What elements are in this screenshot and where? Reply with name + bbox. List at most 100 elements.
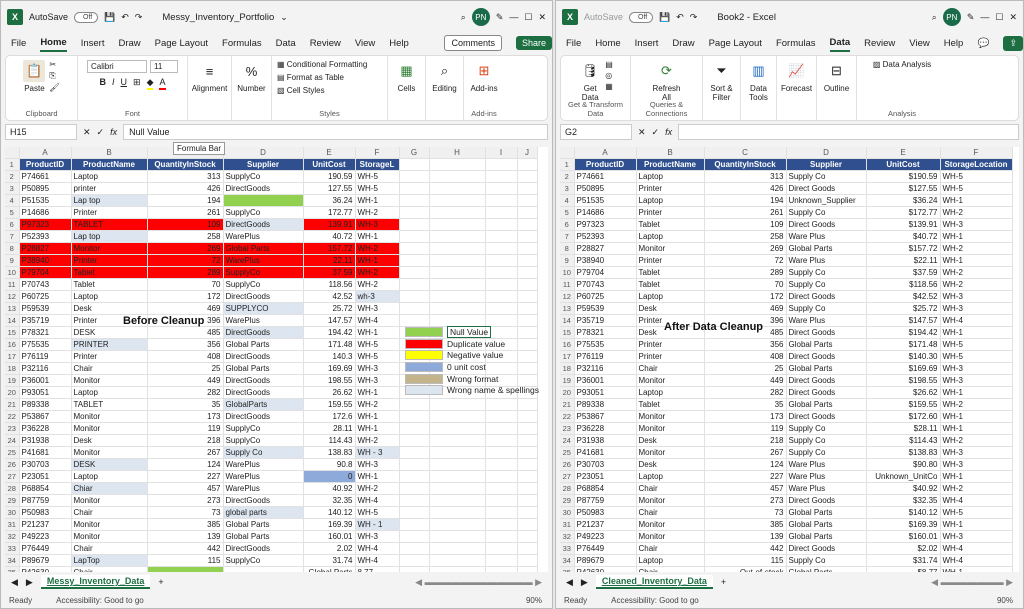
cell[interactable]: Supply Co xyxy=(786,206,867,220)
tab-help[interactable]: Help xyxy=(389,36,409,51)
cell-styles-button[interactable]: ▧ Cell Styles xyxy=(277,86,325,95)
tab-help[interactable]: Help xyxy=(944,36,964,51)
cell[interactable]: 42.52 xyxy=(303,290,356,304)
cell[interactable]: WarePlus xyxy=(223,254,304,268)
cell[interactable] xyxy=(399,266,430,280)
cell[interactable]: 485 xyxy=(147,326,224,340)
cell[interactable]: P14686 xyxy=(574,206,637,220)
get-data-icon[interactable]: 🛢 xyxy=(579,60,601,82)
zoom-level[interactable]: 90% xyxy=(526,596,542,605)
cell[interactable]: P78321 xyxy=(19,326,72,340)
enter-icon[interactable]: ✓ xyxy=(652,127,660,138)
cell[interactable] xyxy=(517,230,538,244)
cell[interactable]: Chair xyxy=(71,506,148,520)
cell[interactable]: 457 xyxy=(147,482,224,496)
cell[interactable] xyxy=(517,554,538,568)
cell[interactable]: P53867 xyxy=(574,410,637,424)
cell[interactable]: P52393 xyxy=(574,230,637,244)
row-number[interactable]: 10 xyxy=(5,266,20,280)
cell[interactable]: WH-4 xyxy=(355,494,400,508)
cell[interactable]: 227 xyxy=(147,470,224,484)
avatar[interactable]: PN xyxy=(471,8,490,26)
cell[interactable]: WH-2 xyxy=(355,482,400,496)
search-icon[interactable]: ⌕ xyxy=(932,12,937,23)
cell[interactable]: Unknown_Supplier xyxy=(786,194,867,208)
column-header[interactable]: C xyxy=(704,147,787,160)
cell[interactable]: P38940 xyxy=(574,254,637,268)
cell[interactable] xyxy=(517,266,538,280)
cell[interactable]: 190.59 xyxy=(303,170,356,184)
cell[interactable]: P32116 xyxy=(19,362,72,376)
cell[interactable]: 124 xyxy=(704,458,787,472)
cell[interactable]: WH-3 xyxy=(355,374,400,388)
row-number[interactable]: 5 xyxy=(560,206,575,220)
cell[interactable] xyxy=(399,434,430,448)
column-header[interactable]: F xyxy=(940,147,1013,160)
cell[interactable]: Direct Goods xyxy=(786,374,867,388)
row-number[interactable]: 11 xyxy=(560,278,575,292)
cell[interactable]: 140.12 xyxy=(303,506,356,520)
cell[interactable]: PRINTER xyxy=(71,338,148,352)
cell[interactable]: P70743 xyxy=(574,278,637,292)
cell[interactable]: 26.62 xyxy=(303,386,356,400)
header-cell[interactable]: QuantityInStock xyxy=(147,158,224,172)
next-sheet-icon[interactable]: ▶ xyxy=(26,577,33,588)
row-number[interactable]: 16 xyxy=(5,338,20,352)
cell[interactable] xyxy=(429,158,486,172)
row-number[interactable]: 14 xyxy=(560,314,575,328)
editing-label[interactable]: Editing xyxy=(432,84,456,93)
cell[interactable] xyxy=(485,494,518,508)
cell[interactable]: 25 xyxy=(147,362,224,376)
tab-formulas[interactable]: Formulas xyxy=(222,36,262,51)
cell[interactable] xyxy=(399,158,430,172)
cell[interactable]: $198.55 xyxy=(866,374,941,388)
cell[interactable]: 147.57 xyxy=(303,314,356,328)
cell[interactable]: Direct Goods xyxy=(786,410,867,424)
header-cell[interactable]: Supplier xyxy=(223,158,304,172)
underline-icon[interactable]: U xyxy=(121,77,128,90)
cell[interactable]: Laptop xyxy=(71,170,148,184)
tab-page-layout[interactable]: Page Layout xyxy=(155,36,208,51)
cell[interactable]: $194.42 xyxy=(866,326,941,340)
cell[interactable]: $172.60 xyxy=(866,410,941,424)
column-header[interactable]: G xyxy=(399,147,430,160)
cell[interactable]: Supply Co xyxy=(786,446,867,460)
header-cell[interactable]: ProductName xyxy=(71,158,148,172)
maximize-icon[interactable]: ☐ xyxy=(524,12,532,23)
cell[interactable] xyxy=(485,446,518,460)
cell[interactable]: 172.77 xyxy=(303,206,356,220)
cell[interactable]: Supply Co xyxy=(786,266,867,280)
cell[interactable]: $32.35 xyxy=(866,494,941,508)
cell[interactable]: 442 xyxy=(704,542,787,556)
cell[interactable]: WH-1 xyxy=(940,386,1013,400)
cell[interactable]: Chair xyxy=(71,362,148,376)
prev-sheet-icon[interactable]: ◀ xyxy=(11,577,18,588)
cell[interactable]: Printer xyxy=(71,254,148,268)
cell[interactable]: P14686 xyxy=(19,206,72,220)
cell[interactable]: 119 xyxy=(704,422,787,436)
fx-icon[interactable]: fx xyxy=(110,127,117,137)
cell[interactable]: P32116 xyxy=(574,362,637,376)
cell[interactable]: P60725 xyxy=(574,290,637,304)
cell[interactable]: WH-1 xyxy=(355,254,400,268)
cell[interactable]: Direct Goods xyxy=(786,290,867,304)
copy-icon[interactable]: ⎘ xyxy=(49,71,59,81)
row-number[interactable]: 1 xyxy=(5,158,20,172)
cell[interactable]: 258 xyxy=(147,230,224,244)
cell[interactable] xyxy=(429,278,486,292)
select-all[interactable] xyxy=(5,147,20,160)
cell[interactable]: Laptop xyxy=(71,386,148,400)
column-header[interactable]: B xyxy=(71,147,148,160)
cell[interactable] xyxy=(485,266,518,280)
row-number[interactable]: 14 xyxy=(5,314,20,328)
cell[interactable]: WH-2 xyxy=(355,242,400,256)
cell[interactable]: WH-5 xyxy=(940,170,1013,184)
cell[interactable]: WH-5 xyxy=(355,350,400,364)
cell[interactable]: 169.39 xyxy=(303,518,356,532)
cell[interactable] xyxy=(517,494,538,508)
cell[interactable]: WH-1 xyxy=(940,410,1013,424)
cell[interactable] xyxy=(517,542,538,556)
outline-label[interactable]: Outline xyxy=(824,84,849,93)
cell[interactable]: 449 xyxy=(704,374,787,388)
cell[interactable] xyxy=(517,446,538,460)
